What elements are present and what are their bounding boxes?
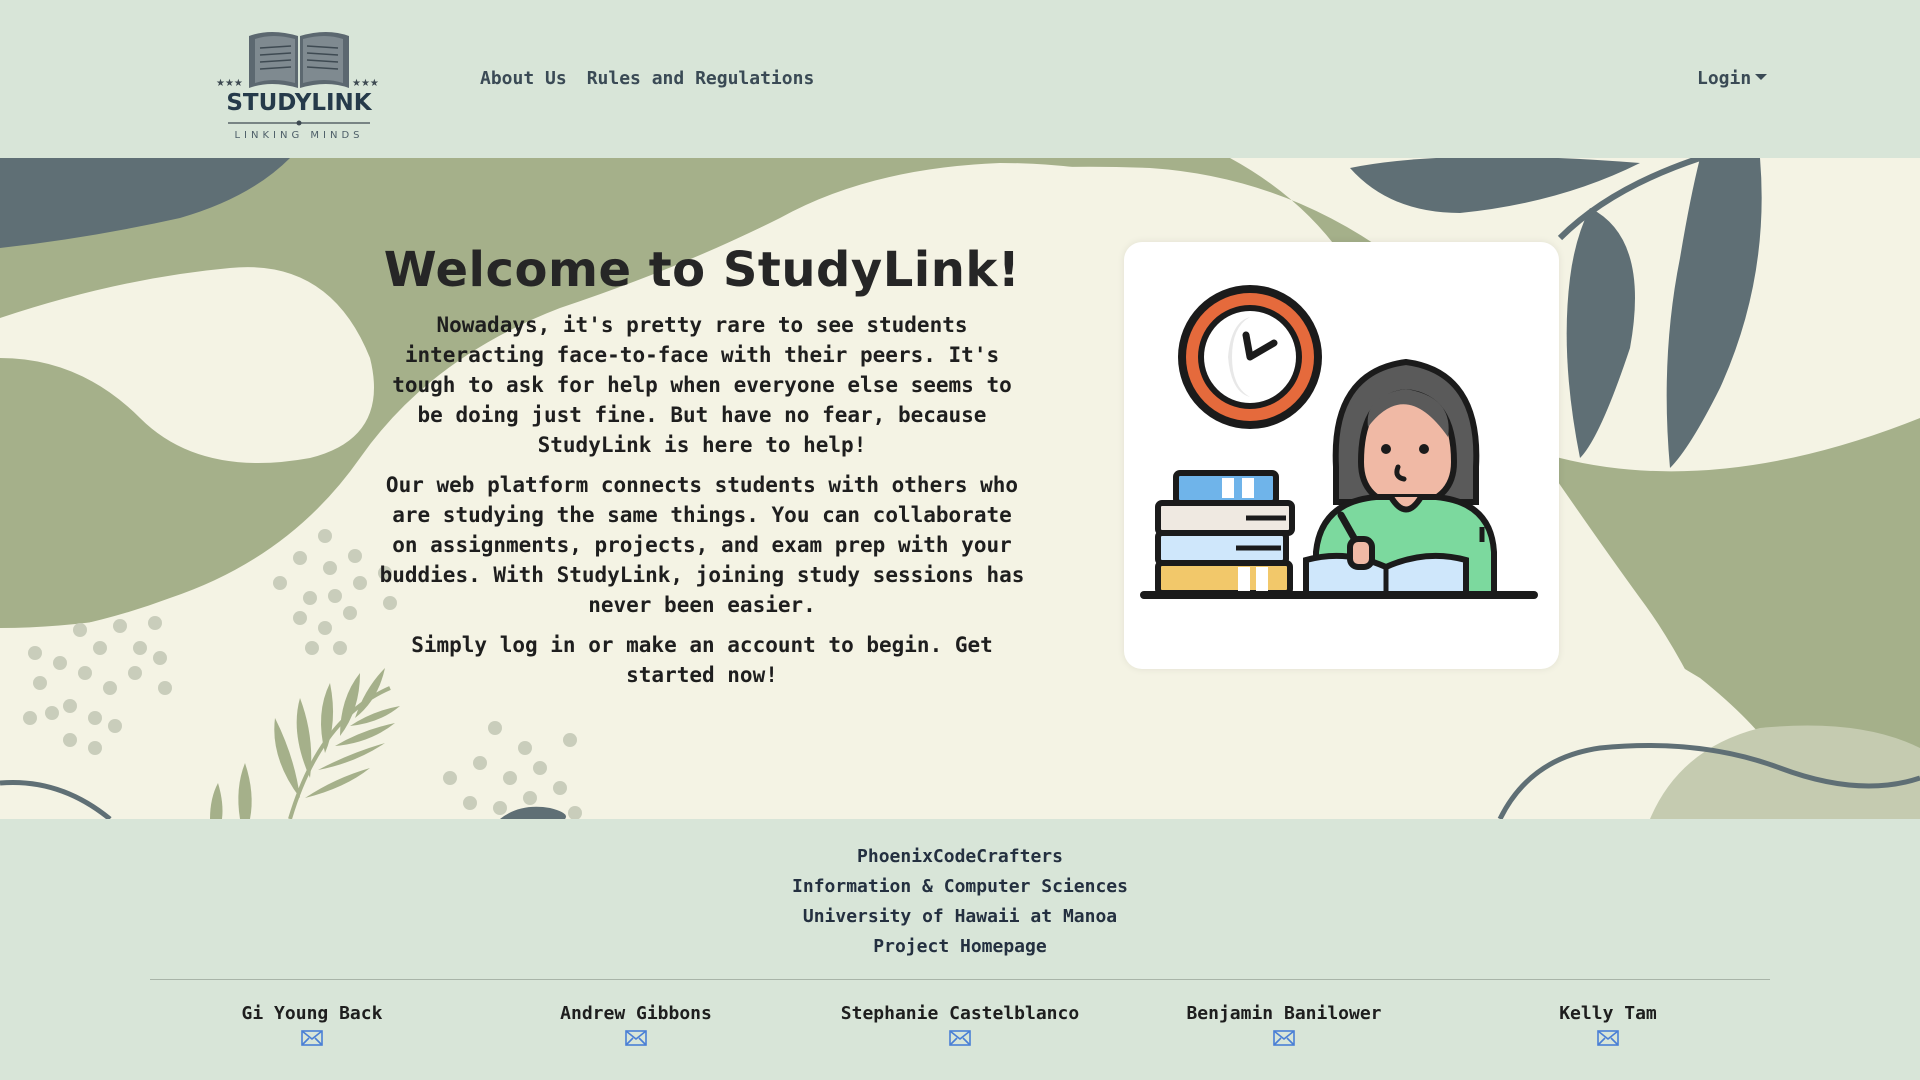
team-members: Gi Young Back Andrew Gibbons Stephanie C… (150, 1003, 1770, 1050)
login-dropdown[interactable]: Login (1697, 68, 1768, 89)
brand-tagline: LINKING MINDS (234, 130, 364, 141)
footer: PhoenixCodeCrafters Information & Comput… (0, 819, 1920, 1080)
footer-team-name: PhoenixCodeCrafters (857, 846, 1063, 867)
mail-icon[interactable] (949, 1030, 971, 1046)
nav-rules-and-regulations[interactable]: Rules and Regulations (587, 68, 815, 89)
mail-icon[interactable] (1273, 1030, 1295, 1046)
login-label: Login (1697, 68, 1752, 89)
brand-name: STUDYLINK (226, 90, 372, 116)
member-name: Stephanie Castelblanco (840, 1003, 1080, 1024)
logo-divider (228, 120, 370, 126)
svg-text:★★★: ★★★ (352, 78, 379, 89)
student-studying-illustration (1140, 285, 1538, 599)
hero-paragraph-3: Simply log in or make an account to begi… (411, 633, 993, 687)
hero-section: Welcome to StudyLink! Nowadays, it's pre… (0, 158, 1920, 819)
footer-info: PhoenixCodeCrafters Information & Comput… (0, 842, 1920, 962)
nav-about-us[interactable]: About Us (480, 68, 567, 89)
member-card: Benjamin Banilower (1122, 1003, 1446, 1050)
member-card: Kelly Tam (1446, 1003, 1770, 1050)
hero-paragraph-1: Nowadays, it's pretty rare to see studen… (392, 313, 1012, 457)
hero-text: Welcome to StudyLink! Nowadays, it's pre… (376, 242, 1028, 700)
member-card: Stephanie Castelblanco (798, 1003, 1122, 1050)
member-card: Gi Young Back (150, 1003, 474, 1050)
member-name: Kelly Tam (1559, 1003, 1657, 1024)
member-name: Andrew Gibbons (560, 1003, 712, 1024)
book-logo-icon: ★★★ ★★★ (216, 32, 379, 89)
hero-title: Welcome to StudyLink! (383, 242, 1021, 298)
svg-text:★★★: ★★★ (216, 78, 243, 89)
mail-icon[interactable] (625, 1030, 647, 1046)
member-name: Gi Young Back (241, 1003, 383, 1024)
footer-department: Information & Computer Sciences (792, 876, 1128, 897)
mail-icon[interactable] (301, 1030, 323, 1046)
footer-university: University of Hawaii at Manoa (802, 906, 1118, 927)
member-name: Benjamin Banilower (1186, 1003, 1382, 1024)
nav-links: About Us Rules and Regulations (480, 68, 814, 89)
hero-illustration-card (1124, 242, 1559, 669)
hero-paragraph-2: Our web platform connects students with … (379, 473, 1025, 617)
mail-icon[interactable] (1597, 1030, 1619, 1046)
studylink-logo[interactable]: ★★★ ★★★ STUDYLINK LINKING MINDS (216, 26, 382, 144)
navbar: ★★★ ★★★ STUDYLINK LINKING MINDS About Us… (0, 0, 1920, 158)
caret-down-icon (1755, 74, 1768, 80)
member-card: Andrew Gibbons (474, 1003, 798, 1050)
footer-divider (150, 979, 1770, 980)
project-homepage-link[interactable]: Project Homepage (0, 932, 1920, 962)
